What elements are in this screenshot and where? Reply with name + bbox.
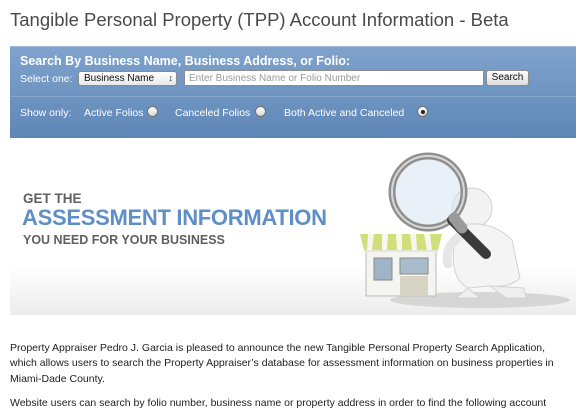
select-label: Select one:: [20, 73, 73, 85]
banner-illustration: [340, 138, 576, 315]
intro-paragraph: Property Appraiser Pedro J. Garcia is pl…: [10, 341, 570, 388]
promo-banner: GET THE ASSESSMENT INFORMATION YOU NEED …: [10, 138, 576, 315]
filter-both-label[interactable]: Both Active and Canceled: [284, 107, 404, 119]
filter-active-label[interactable]: Active Folios: [84, 107, 144, 119]
search-panel: Search By Business Name, Business Addres…: [10, 46, 576, 139]
search-heading: Search By Business Name, Business Addres…: [20, 54, 350, 68]
banner-line-2: ASSESSMENT INFORMATION: [22, 205, 327, 231]
search-input[interactable]: [184, 70, 484, 86]
banner-line-3: YOU NEED FOR YOUR BUSINESS: [23, 233, 225, 247]
chevron-up-down-icon: ↕: [169, 71, 174, 85]
panel-divider: [10, 96, 576, 97]
search-type-select[interactable]: Business Name ↕: [78, 71, 177, 86]
filter-active-radio[interactable]: [147, 106, 158, 117]
search-instructions-paragraph: Website users can search by folio number…: [10, 396, 570, 411]
search-button[interactable]: Search: [486, 70, 529, 86]
filter-both-radio[interactable]: [417, 106, 428, 117]
filter-canceled-label[interactable]: Canceled Folios: [175, 107, 250, 119]
show-only-label: Show only:: [20, 107, 71, 119]
filter-canceled-radio[interactable]: [255, 106, 266, 117]
page-title: Tangible Personal Property (TPP) Account…: [10, 9, 509, 31]
search-type-value: Business Name: [84, 73, 154, 84]
storefront-icon: [360, 234, 442, 296]
banner-line-1: GET THE: [23, 191, 82, 206]
